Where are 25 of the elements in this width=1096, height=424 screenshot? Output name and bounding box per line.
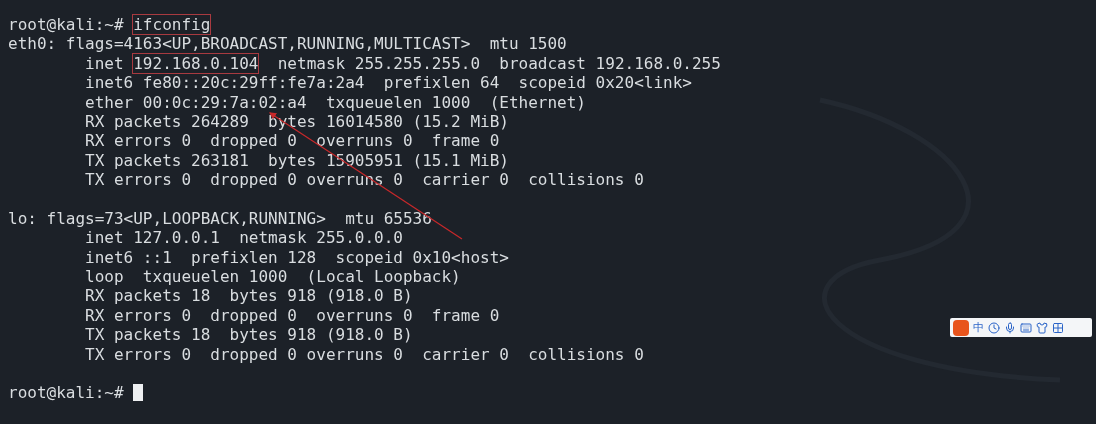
- output-line: eth0: flags=4163<UP,BROADCAST,RUNNING,MULTICAST> mtu 1500: [8, 34, 567, 54]
- output-line: TX packets 18 bytes 918 (918.0 B): [84, 325, 413, 345]
- shirt-icon[interactable]: [1036, 321, 1048, 334]
- output-line: RX errors 0 dropped 0 overruns 0 frame 0: [84, 305, 500, 326]
- keyboard-icon[interactable]: [1020, 321, 1032, 334]
- prompt: root@kali:~#: [8, 383, 124, 403]
- output-text: netmask 255.255.255.0 broadcast 192.168.0.255: [276, 53, 721, 74]
- prompt: root@kali:~#: [8, 15, 124, 35]
- output-line: loop txqueuelen 1000 (Local Loopback): [84, 267, 461, 287]
- mic-icon[interactable]: [1004, 321, 1016, 334]
- logo-icon: [953, 319, 969, 336]
- clock-icon[interactable]: [988, 321, 1000, 334]
- output-line: inet 127.0.0.1 netmask 255.0.0.0: [84, 228, 403, 248]
- input-mode[interactable]: 中: [973, 320, 984, 335]
- grid-icon[interactable]: [1052, 321, 1064, 334]
- output-line: RX errors 0 dropped 0 overruns 0 frame 0: [84, 131, 500, 151]
- output-line: ether 00:0c:29:7a:02:a4 txqueuelen 1000 (Ethernet): [84, 92, 586, 112]
- output-line: lo: flags=73<UP,LOOPBACK,RUNNING> mtu 65536: [8, 208, 432, 229]
- command: ifconfig: [133, 15, 211, 35]
- output-line: inet6 fe80::20c:29ff:fe7a:2a4 prefixlen 64 scopeid 0x20<link>: [84, 73, 692, 93]
- output-text: inet: [84, 53, 125, 74]
- output-line: TX errors 0 dropped 0 overruns 0 carrier 0 collisions 0: [84, 344, 644, 365]
- highlighted-text: 192.168.0.104: [133, 53, 259, 74]
- output-line: inet6 ::1 prefixlen 128 scopeid 0x10<host>: [84, 247, 509, 268]
- output-line: RX packets 18 bytes 918 (918.0 B): [84, 286, 413, 306]
